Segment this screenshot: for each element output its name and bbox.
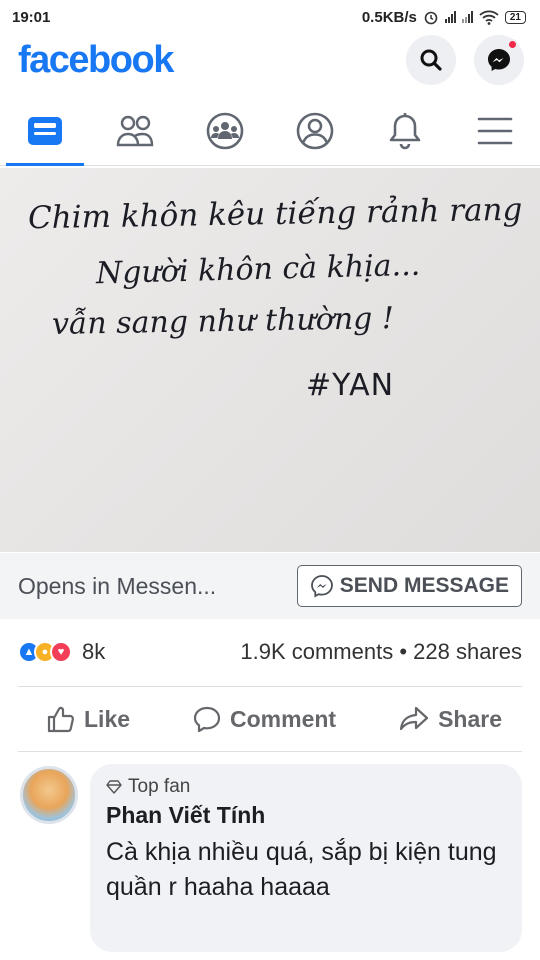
signal-icon-2 bbox=[461, 11, 473, 23]
header-actions bbox=[406, 35, 524, 85]
battery-icon: 21 bbox=[504, 10, 526, 24]
tab-groups[interactable] bbox=[180, 96, 270, 165]
commenter-name[interactable]: Phan Viết Tính bbox=[106, 802, 506, 829]
messenger-icon bbox=[310, 575, 333, 598]
search-icon bbox=[420, 49, 442, 71]
share-label: Share bbox=[438, 705, 502, 732]
profile-icon bbox=[296, 112, 334, 149]
thumbs-up-icon bbox=[47, 706, 74, 733]
comment-text: Cà khịa nhiều quá, sắp bị kiện tung quần… bbox=[106, 838, 497, 901]
image-signature: #YAN bbox=[306, 368, 395, 403]
tab-news-feed[interactable] bbox=[0, 96, 90, 166]
news-feed-icon bbox=[28, 116, 62, 145]
menu-icon bbox=[477, 117, 513, 144]
search-button[interactable] bbox=[406, 35, 456, 85]
comment-label: Comment bbox=[230, 705, 337, 732]
image-text-line-2: Người khôn cà khịa... bbox=[95, 247, 421, 292]
post-actions: Like Comment Share bbox=[18, 686, 522, 752]
network-speed: 0.5KB/s bbox=[361, 8, 417, 26]
commenter-avatar[interactable] bbox=[20, 766, 78, 824]
diamond-icon bbox=[106, 780, 122, 794]
reaction-icons: ▲ ● ♥ bbox=[18, 641, 72, 663]
like-label: Like bbox=[84, 705, 131, 732]
cta-row: Opens in Messen... SEND MESSAGE bbox=[0, 553, 540, 619]
status-bar: 19:01 0.5KB/s 21 bbox=[0, 0, 540, 34]
share-button[interactable]: Share bbox=[398, 704, 502, 734]
tab-notifications[interactable] bbox=[360, 96, 450, 165]
tab-profile[interactable] bbox=[270, 96, 360, 165]
comments-shares-count[interactable]: 1.9K comments • 228 shares bbox=[240, 639, 522, 665]
share-icon bbox=[399, 706, 429, 731]
friends-icon bbox=[116, 115, 154, 146]
post-image[interactable]: Chim khôn kêu tiếng rảnh rang Người khôn… bbox=[0, 168, 540, 552]
app-header: facebook bbox=[0, 32, 540, 88]
send-message-button[interactable]: SEND MESSAGE bbox=[296, 565, 522, 607]
comment-bubble[interactable]: Top fan Phan Viết Tính Cà khịa nhiều quá… bbox=[90, 764, 522, 952]
comment-icon bbox=[193, 706, 221, 733]
reactions-row: ▲ ● ♥ 8k 1.9K comments • 228 shares bbox=[0, 630, 540, 674]
tab-friends[interactable] bbox=[90, 96, 180, 165]
status-time: 19:01 bbox=[12, 8, 51, 26]
tab-menu[interactable] bbox=[450, 96, 540, 165]
send-message-label: SEND MESSAGE bbox=[339, 574, 509, 597]
love-reaction-icon: ♥ bbox=[50, 641, 72, 663]
top-fan-badge: Top fan bbox=[106, 776, 506, 798]
signal-icon bbox=[444, 11, 456, 23]
wifi-icon bbox=[479, 10, 499, 25]
groups-icon bbox=[206, 112, 244, 149]
alarm-icon bbox=[424, 11, 438, 25]
top-fan-label: Top fan bbox=[128, 776, 191, 797]
facebook-logo[interactable]: facebook bbox=[18, 39, 174, 82]
image-text-line-3: vẫn sang như thường ! bbox=[51, 301, 395, 342]
cta-text: Opens in Messen... bbox=[18, 572, 217, 599]
reaction-summary[interactable]: ▲ ● ♥ 8k bbox=[18, 639, 105, 665]
status-icons: 0.5KB/s 21 bbox=[362, 9, 526, 26]
like-button[interactable]: Like bbox=[46, 704, 130, 734]
image-text-line-1: Chim khôn kêu tiếng rảnh rang bbox=[27, 191, 523, 237]
messenger-button[interactable] bbox=[474, 35, 524, 85]
comment-button[interactable]: Comment bbox=[192, 704, 336, 734]
notification-badge bbox=[507, 39, 518, 50]
nav-tabs bbox=[0, 96, 540, 166]
messenger-icon bbox=[488, 49, 510, 71]
reaction-count: 8k bbox=[82, 639, 106, 664]
bell-icon bbox=[389, 112, 421, 149]
